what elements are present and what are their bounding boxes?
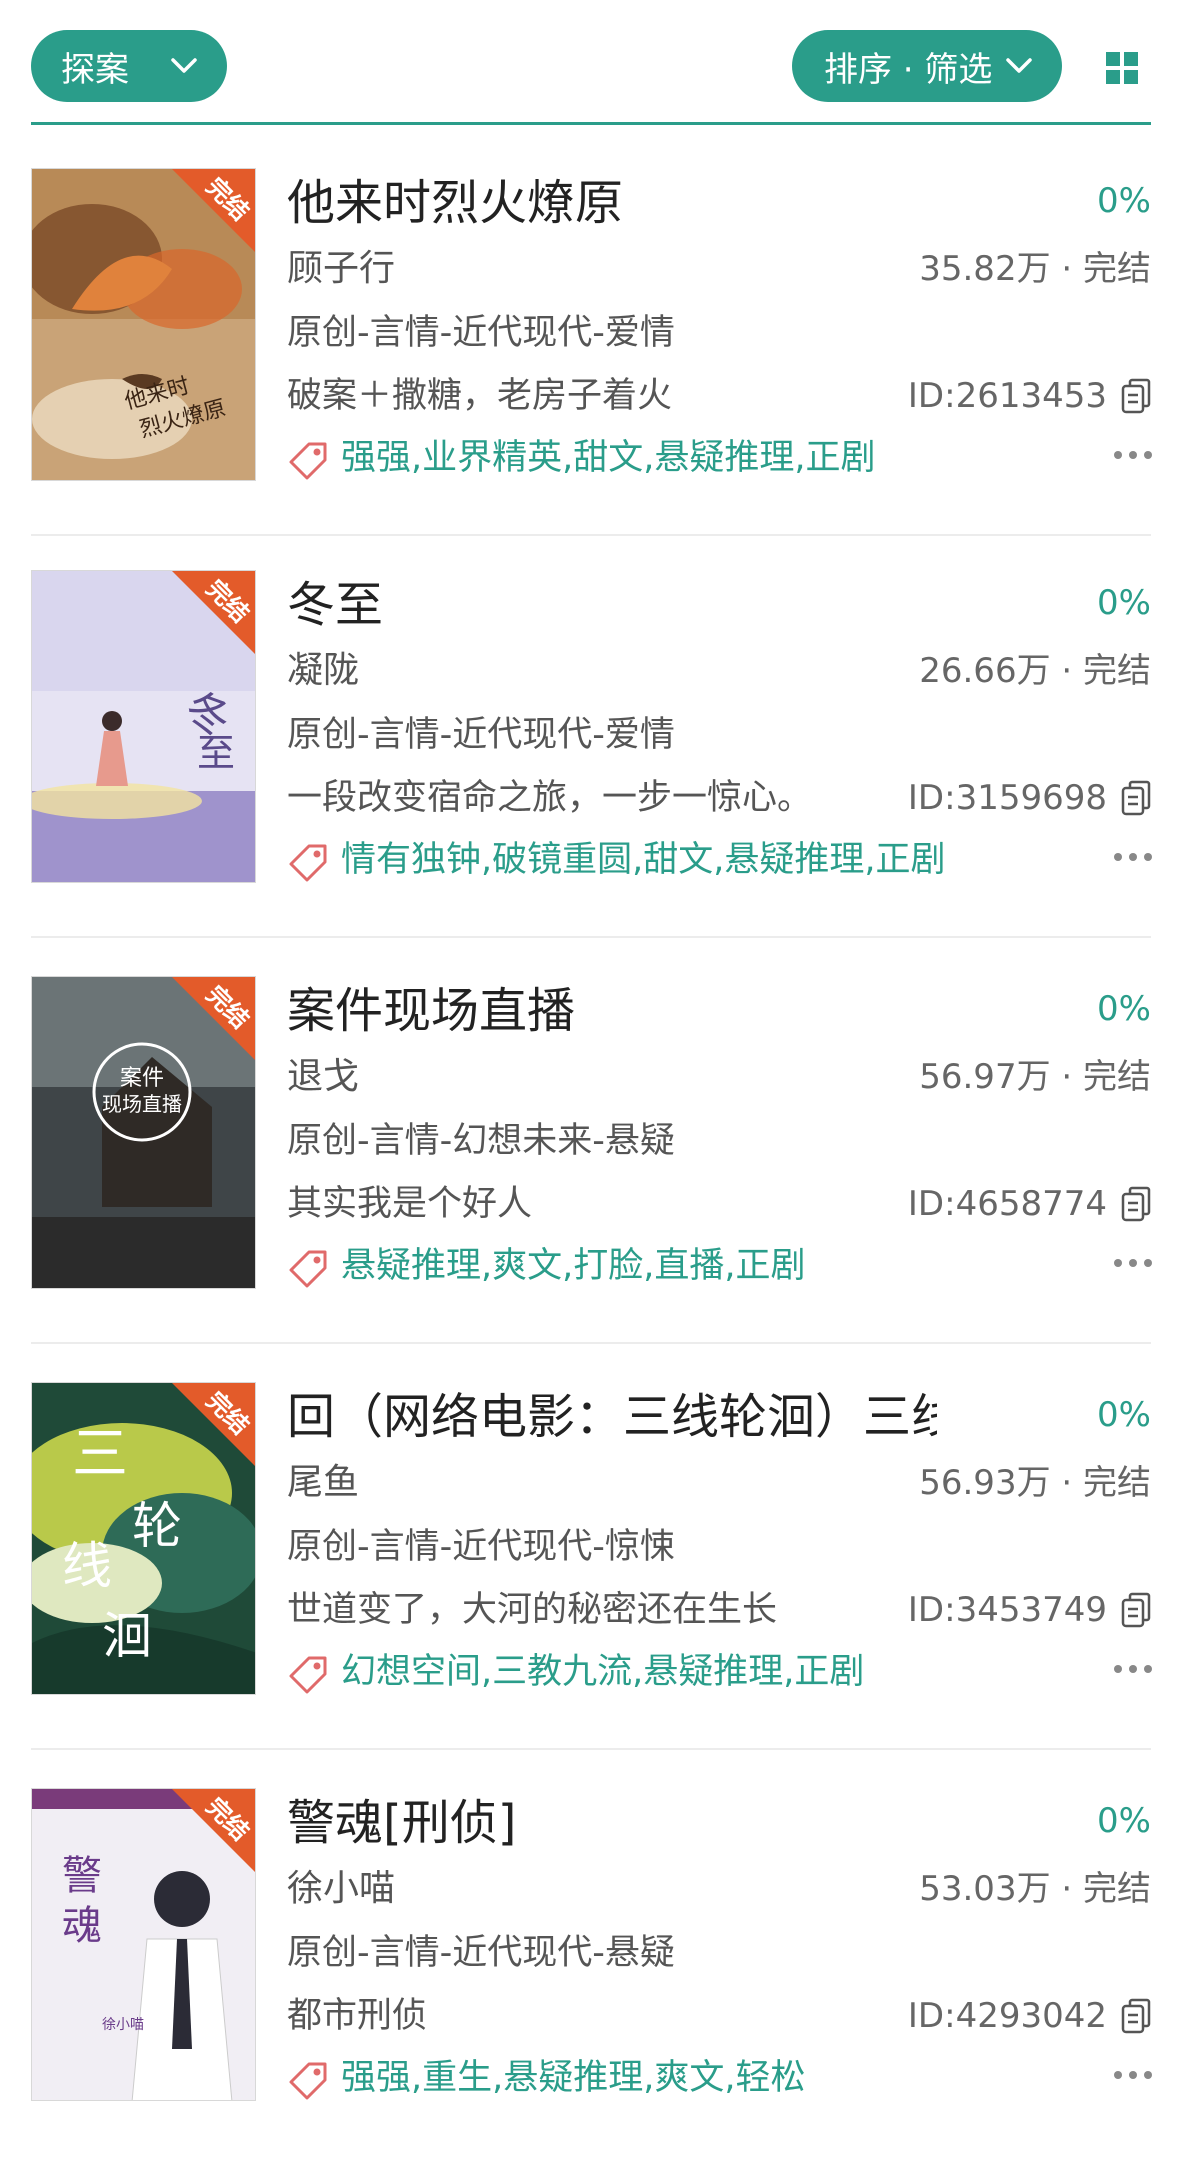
svg-text:三: 三 xyxy=(72,1422,128,1487)
book-tags[interactable]: 强强,重生,悬疑推理,爽文,轻松 xyxy=(341,2053,806,2103)
book-title[interactable]: 冬至 xyxy=(287,570,947,640)
book-author[interactable]: 徐小喵 xyxy=(287,1864,395,1914)
more-options-icon[interactable] xyxy=(1113,2070,1153,2080)
book-item[interactable]: 冬 至 完结 冬至 0% 凝陇 26.66万 · 完结 原创-言情-近代现代-爱… xyxy=(0,570,1179,976)
book-tags[interactable]: 情有独钟,破镜重圆,甜文,悬疑推理,正剧 xyxy=(341,835,946,885)
copy-icon[interactable] xyxy=(1121,1998,1151,2034)
book-author[interactable]: 凝陇 xyxy=(287,646,359,696)
book-author[interactable]: 尾鱼 xyxy=(287,1458,359,1508)
book-category: 原创-言情-近代现代-爱情 xyxy=(287,715,675,755)
read-progress: 0% xyxy=(1097,583,1151,623)
book-summary: 一段改变宿命之旅，一步一惊心。 xyxy=(287,778,813,818)
header-divider xyxy=(31,122,1151,125)
book-author[interactable]: 顾子行 xyxy=(287,244,395,294)
svg-text:轮: 轮 xyxy=(132,1497,182,1555)
more-options-icon[interactable] xyxy=(1113,450,1153,460)
tag-icon xyxy=(289,2062,327,2100)
book-summary: 其实我是个好人 xyxy=(287,1184,533,1224)
book-tags[interactable]: 悬疑推理,爽文,打脸,直播,正剧 xyxy=(341,1241,806,1291)
read-progress: 0% xyxy=(1097,1395,1151,1435)
book-cover[interactable]: 警 魂 徐小喵 完结 xyxy=(31,1788,256,2101)
chevron-down-icon xyxy=(171,58,197,73)
book-cover[interactable]: 三 轮 线 洄 完结 xyxy=(31,1382,256,1695)
book-category: 原创-言情-近代现代-悬疑 xyxy=(287,1933,675,1973)
book-title[interactable]: 案件现场直播 xyxy=(287,976,947,1046)
svg-text:洄: 洄 xyxy=(102,1607,152,1665)
more-options-icon[interactable] xyxy=(1113,852,1153,862)
word-count-status: 56.93万 · 完结 xyxy=(919,1463,1151,1503)
book-author[interactable]: 退戈 xyxy=(287,1052,359,1102)
book-id[interactable]: ID:4293042 xyxy=(908,1991,1151,2041)
svg-text:警: 警 xyxy=(62,1853,102,1899)
more-options-icon[interactable] xyxy=(1113,1664,1153,1674)
book-category: 原创-言情-幻想未来-悬疑 xyxy=(287,1121,675,1161)
book-cover[interactable]: 案件 现场直播 完结 xyxy=(31,976,256,1289)
book-tags[interactable]: 强强,业界精英,甜文,悬疑推理,正剧 xyxy=(341,433,876,483)
word-count-status: 26.66万 · 完结 xyxy=(919,651,1151,691)
book-id-text: ID:4293042 xyxy=(907,1996,1107,2036)
svg-text:现场直播: 现场直播 xyxy=(102,1092,182,1116)
tag-icon xyxy=(289,1656,327,1694)
book-summary: 都市刑侦 xyxy=(287,1996,428,2036)
book-title[interactable]: 警魂[刑侦] xyxy=(287,1788,947,1858)
copy-icon[interactable] xyxy=(1121,1592,1151,1628)
book-cover[interactable]: 他来时 烈火燎原 完结 xyxy=(31,168,256,481)
book-tags[interactable]: 幻想空间,三教九流,悬疑推理,正剧 xyxy=(341,1647,864,1697)
grid-view-icon[interactable] xyxy=(1106,52,1138,84)
book-summary: 世道变了，大河的秘密还在生长 xyxy=(287,1590,778,1630)
svg-text:案件: 案件 xyxy=(120,1066,164,1091)
svg-text:至: 至 xyxy=(197,731,235,775)
book-id-text: ID:2613453 xyxy=(907,376,1107,416)
book-id-text: ID:4658774 xyxy=(907,1184,1107,1224)
book-title[interactable]: 他来时烈火燎原 xyxy=(287,168,947,238)
book-item[interactable]: 三 轮 线 洄 完结 回（网络电影：三线轮洄）三线轮洄 0% 尾鱼 56.93万… xyxy=(0,1382,1179,1788)
book-category: 原创-言情-近代现代-爱情 xyxy=(287,313,675,353)
sort-filter-label: 排序 · 筛选 xyxy=(824,49,993,90)
copy-icon[interactable] xyxy=(1121,378,1151,414)
word-count-status: 53.03万 · 完结 xyxy=(919,1869,1151,1909)
svg-text:线: 线 xyxy=(62,1537,112,1595)
book-id[interactable]: ID:3453749 xyxy=(908,1585,1151,1635)
tag-icon xyxy=(289,1250,327,1288)
svg-text:魂: 魂 xyxy=(62,1903,102,1949)
item-divider xyxy=(31,534,1151,536)
tag-icon xyxy=(289,442,327,480)
book-item[interactable]: 案件 现场直播 完结 案件现场直播 0% 退戈 56.97万 · 完结 原创-言… xyxy=(0,976,1179,1382)
top-bar: 探案 排序 · 筛选 xyxy=(0,0,1179,125)
book-id-text: ID:3159698 xyxy=(907,778,1107,818)
more-options-icon[interactable] xyxy=(1113,1258,1153,1268)
item-divider xyxy=(31,1748,1151,1750)
copy-icon[interactable] xyxy=(1121,1186,1151,1222)
chevron-down-icon xyxy=(1006,58,1032,73)
book-item[interactable]: 警 魂 徐小喵 完结 警魂[刑侦] 0% 徐小喵 53.03万 · 完结 原创-… xyxy=(0,1788,1179,2161)
tag-icon xyxy=(289,844,327,882)
word-count-status: 56.97万 · 完结 xyxy=(919,1057,1151,1097)
read-progress: 0% xyxy=(1097,181,1151,221)
word-count-status: 35.82万 · 完结 xyxy=(919,249,1151,289)
book-cover[interactable]: 冬 至 完结 xyxy=(31,570,256,883)
book-title[interactable]: 回（网络电影：三线轮洄）三线轮洄 xyxy=(287,1382,937,1452)
book-id[interactable]: ID:3159698 xyxy=(908,773,1151,823)
book-id-text: ID:3453749 xyxy=(907,1590,1107,1630)
book-id[interactable]: ID:2613453 xyxy=(908,371,1151,421)
book-item[interactable]: 他来时 烈火燎原 完结 他来时烈火燎原 0% 顾子行 35.82万 · 完结 原… xyxy=(0,168,1179,574)
book-id[interactable]: ID:4658774 xyxy=(908,1179,1151,1229)
svg-text:徐小喵: 徐小喵 xyxy=(102,2017,144,2033)
item-divider xyxy=(31,936,1151,938)
copy-icon[interactable] xyxy=(1121,780,1151,816)
book-category: 原创-言情-近代现代-惊悚 xyxy=(287,1527,675,1567)
sort-filter-dropdown[interactable]: 排序 · 筛选 xyxy=(792,30,1062,102)
read-progress: 0% xyxy=(1097,989,1151,1029)
item-divider xyxy=(31,1342,1151,1344)
read-progress: 0% xyxy=(1097,1801,1151,1841)
filter-dropdown[interactable]: 探案 xyxy=(31,30,227,102)
book-summary: 破案＋撒糖，老房子着火 xyxy=(287,376,673,416)
filter-dropdown-label: 探案 xyxy=(61,49,129,90)
